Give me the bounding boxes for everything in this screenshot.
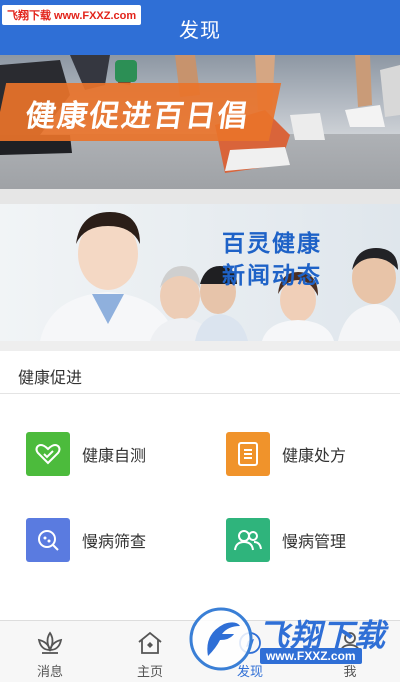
menu-item-label: 慢病管理 [282, 532, 347, 551]
divider [0, 341, 400, 351]
menu-item-label: 慢病筛查 [82, 532, 147, 551]
banner-news-line1: 百灵健康 [222, 231, 322, 257]
menu-item-label: 健康处方 [282, 446, 347, 465]
divider [0, 393, 400, 394]
doctors-illustration [40, 212, 400, 341]
prescription-list-icon [226, 432, 270, 476]
menu-item-chronic-management[interactable]: 慢病管理 [226, 518, 346, 562]
banner-news-line2: 新闻动态 [222, 263, 322, 289]
tab-label: 消息 [36, 665, 63, 680]
banner-news-title: 百灵健康 新闻动态 [222, 228, 322, 292]
lotus-icon [37, 631, 63, 654]
tab-home[interactable]: 主页 [100, 621, 200, 682]
menu-item-health-prescription[interactable]: 健康处方 [226, 432, 346, 476]
page-title: 发现 [179, 18, 221, 42]
watermark-f-icon [189, 607, 253, 671]
watermark-url: www.FXXZ.com [260, 648, 362, 664]
divider [0, 189, 400, 204]
banner-health-news[interactable]: 百灵健康 新闻动态 [0, 204, 400, 341]
section-title: 健康促进 [18, 368, 83, 387]
watermark-logo: 飞翔下载 www.FXXZ.com [186, 604, 396, 674]
menu-item-label: 健康自测 [82, 446, 147, 465]
heart-check-icon [26, 432, 70, 476]
home-icon [138, 631, 162, 654]
tab-messages[interactable]: 消息 [0, 621, 100, 682]
menu-item-chronic-screening[interactable]: 慢病筛查 [26, 518, 146, 562]
top-bar: 飞翔下载 www.FXXZ.com 发现 [0, 0, 400, 55]
banner-title: 健康促进百日倡 [23, 99, 252, 134]
banner-health-promotion[interactable]: 健康促进百日倡 [0, 55, 400, 189]
menu-item-health-self-test[interactable]: 健康自测 [26, 432, 146, 476]
screening-search-icon [26, 518, 70, 562]
people-manage-icon [226, 518, 270, 562]
tab-label: 主页 [136, 665, 163, 680]
